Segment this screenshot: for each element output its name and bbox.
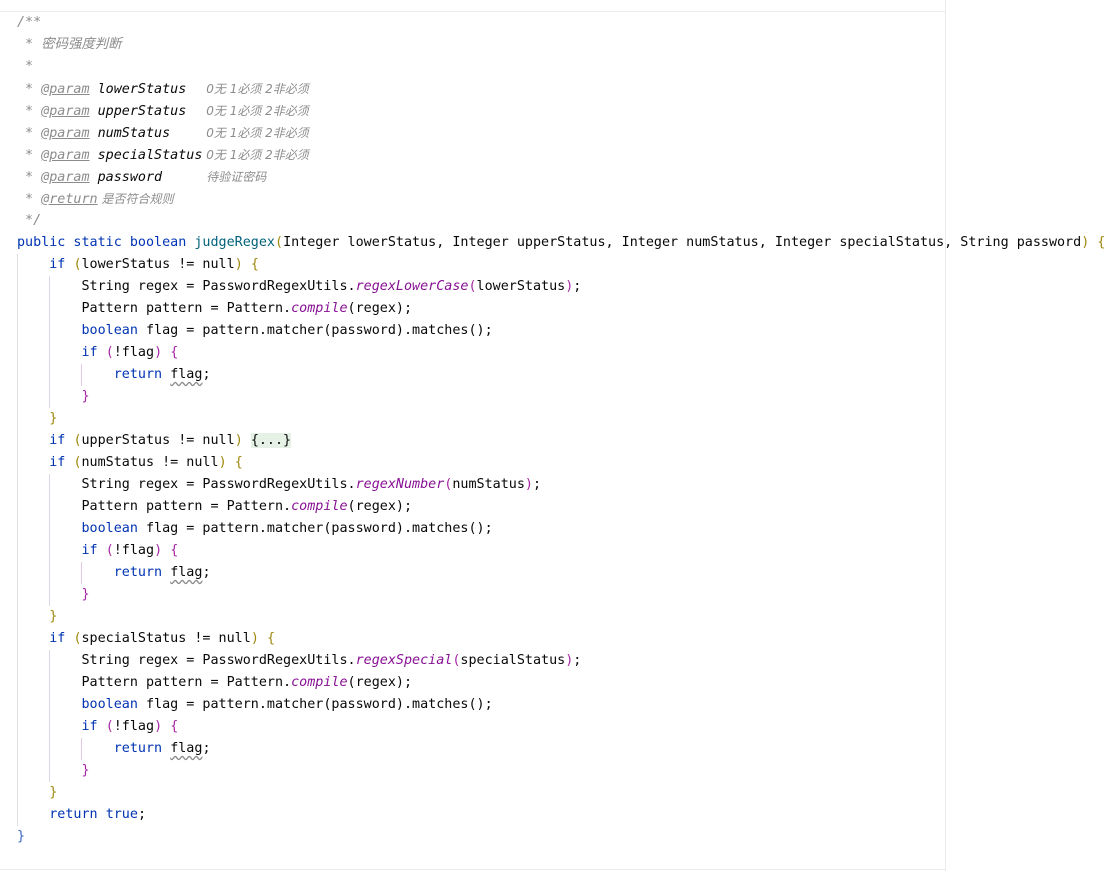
regex-method-call[interactable]: regexLowerCase <box>356 279 469 294</box>
return-desc: 是否符合规则 <box>97 192 174 206</box>
return-statement[interactable]: return true; <box>17 804 1105 826</box>
method-close-brace[interactable]: } <box>17 826 1105 848</box>
param-tag[interactable]: @param <box>41 126 89 141</box>
if-statement[interactable]: if (numStatus != null) { <box>17 452 1105 474</box>
param-name: password <box>97 170 203 185</box>
if-statement-folded[interactable]: if (upperStatus != null) {...} <box>17 430 1105 452</box>
code-line[interactable]: } <box>17 386 1105 408</box>
param-desc: 0无 1必须 2非必须 <box>202 82 309 96</box>
code-line[interactable]: * @param password 待验证密码 <box>17 166 1105 188</box>
if-statement[interactable]: if (lowerStatus != null) { <box>17 254 1105 276</box>
code-line[interactable]: boolean flag = pattern.matcher(password)… <box>17 320 1105 342</box>
comment-open: /** <box>17 15 42 30</box>
flag-variable[interactable]: flag <box>170 565 202 580</box>
code-line[interactable]: */ <box>17 210 1105 232</box>
flag-variable[interactable]: flag <box>170 367 202 382</box>
code-line[interactable]: String regex = PasswordRegexUtils.regexS… <box>17 650 1105 672</box>
method-open-brace: { <box>1089 235 1105 250</box>
code-line[interactable]: Pattern pattern = Pattern.compile(regex)… <box>17 672 1105 694</box>
param-desc: 0无 1必须 2非必须 <box>202 126 309 140</box>
method-signature[interactable]: public static boolean judgeRegex(Integer… <box>17 232 1105 254</box>
param-tag[interactable]: @param <box>41 170 89 185</box>
javadoc-blank: * <box>17 59 34 74</box>
if-condition: specialStatus != null <box>81 631 251 646</box>
param-tag[interactable]: @param <box>41 104 89 119</box>
folded-region[interactable]: {...} <box>250 433 292 448</box>
return-tag[interactable]: @return <box>41 192 97 207</box>
if-condition: upperStatus != null <box>81 433 235 448</box>
code-line[interactable]: } <box>17 584 1105 606</box>
flag-variable[interactable]: flag <box>170 741 202 756</box>
comment-close: */ <box>17 213 42 228</box>
code-line[interactable]: String regex = PasswordRegexUtils.regexL… <box>17 276 1105 298</box>
param-name: lowerStatus <box>97 82 203 97</box>
code-line[interactable]: * @param numStatus 0无 1必须 2非必须 <box>17 122 1105 144</box>
param-tag[interactable]: @param <box>41 148 89 163</box>
code-line[interactable]: Pattern pattern = Pattern.compile(regex)… <box>17 298 1105 320</box>
code-line[interactable]: return flag; <box>17 738 1105 760</box>
param-desc: 待验证密码 <box>202 170 267 184</box>
if-statement[interactable]: if (specialStatus != null) { <box>17 628 1105 650</box>
code-line[interactable]: return flag; <box>17 364 1105 386</box>
param-tag[interactable]: @param <box>41 82 89 97</box>
method-modifiers: public static boolean <box>17 235 195 250</box>
param-name: upperStatus <box>97 104 203 119</box>
param-name: numStatus <box>97 126 203 141</box>
param-name: specialStatus <box>97 148 203 163</box>
code-line[interactable]: * @param upperStatus 0无 1必须 2非必须 <box>17 100 1105 122</box>
method-params: Integer lowerStatus, Integer upperStatus… <box>283 235 1082 250</box>
code-line[interactable]: * @param specialStatus 0无 1必须 2非必须 <box>17 144 1105 166</box>
method-name[interactable]: judgeRegex <box>194 235 275 250</box>
code-editor[interactable]: /** * 密码强度判断 * * @param lowerStatus 0无 1… <box>0 0 1105 871</box>
code-line[interactable]: if (!flag) { <box>17 342 1105 364</box>
if-condition: lowerStatus != null <box>81 257 235 272</box>
code-line[interactable]: } <box>17 760 1105 782</box>
code-line[interactable]: if (!flag) { <box>17 540 1105 562</box>
code-line[interactable]: return flag; <box>17 562 1105 584</box>
code-line[interactable]: boolean flag = pattern.matcher(password)… <box>17 518 1105 540</box>
code-line[interactable]: * @return 是否符合规则 <box>17 188 1105 210</box>
code-line[interactable]: Pattern pattern = Pattern.compile(regex)… <box>17 496 1105 518</box>
code-line[interactable]: * @param lowerStatus 0无 1必须 2非必须 <box>17 78 1105 100</box>
param-desc: 0无 1必须 2非必须 <box>202 148 309 162</box>
regex-method-call[interactable]: regexNumber <box>356 477 445 492</box>
code-line[interactable]: /** <box>17 12 1105 34</box>
code-line[interactable]: * 密码强度判断 <box>17 34 1105 56</box>
code-body[interactable]: /** * 密码强度判断 * * @param lowerStatus 0无 1… <box>17 12 1105 848</box>
code-line[interactable]: if (!flag) { <box>17 716 1105 738</box>
editor-bottom-border <box>0 869 946 870</box>
code-line[interactable]: } <box>17 782 1105 804</box>
code-line[interactable]: boolean flag = pattern.matcher(password)… <box>17 694 1105 716</box>
if-condition: numStatus != null <box>81 455 219 470</box>
code-line[interactable]: } <box>17 606 1105 628</box>
code-line[interactable]: String regex = PasswordRegexUtils.regexN… <box>17 474 1105 496</box>
javadoc-summary: * 密码强度判断 <box>17 37 122 52</box>
param-desc: 0无 1必须 2非必须 <box>202 104 309 118</box>
code-line[interactable]: * <box>17 56 1105 78</box>
regex-method-call[interactable]: regexSpecial <box>356 653 453 668</box>
code-line[interactable]: } <box>17 408 1105 430</box>
